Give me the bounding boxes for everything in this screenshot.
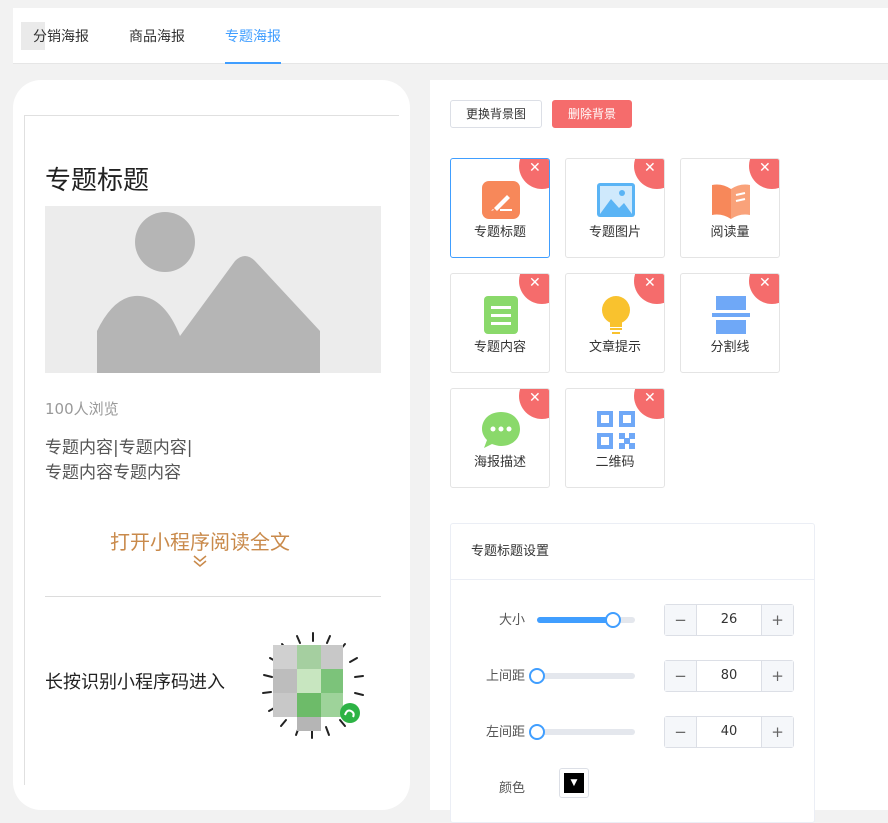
poster-view-count[interactable]: 100人浏览	[45, 398, 119, 419]
component-topic-content[interactable]: 专题内容 ✕	[450, 273, 550, 373]
chevron-down-icon: ▼	[564, 773, 584, 793]
decrease-button[interactable]: −	[665, 661, 697, 691]
chat-icon	[482, 412, 520, 448]
left-margin-label: 左间距	[485, 725, 525, 740]
tab-topic-poster[interactable]: 专题海报	[225, 8, 281, 64]
component-read-count[interactable]: 阅读量 ✕	[680, 158, 780, 258]
remove-component-button[interactable]: ✕	[634, 159, 664, 189]
component-label: 专题图片	[588, 225, 641, 240]
double-chevron-down-icon	[25, 554, 375, 572]
remove-component-button[interactable]: ✕	[634, 389, 664, 419]
increase-button[interactable]: +	[761, 661, 793, 691]
mini-program-code-icon	[262, 632, 364, 739]
poster-content[interactable]: 专题内容|专题内容| 专题内容专题内容	[45, 436, 375, 486]
slider-thumb[interactable]	[605, 612, 622, 628]
close-icon: ✕	[759, 275, 771, 291]
component-label: 专题内容	[473, 340, 526, 355]
component-label: 二维码	[595, 455, 635, 470]
document-icon	[484, 296, 518, 334]
tab-product-poster[interactable]: 商品海报	[129, 8, 185, 64]
component-label: 分割线	[710, 340, 750, 355]
top-margin-stepper: − +	[664, 660, 794, 692]
left-margin-input[interactable]	[697, 717, 761, 747]
component-qrcode[interactable]: 二维码 ✕	[565, 388, 665, 488]
color-label: 颜色	[498, 781, 525, 796]
close-icon: ✕	[644, 160, 656, 176]
divider-icon	[712, 296, 750, 334]
edit-icon	[482, 181, 520, 219]
remove-component-button[interactable]: ✕	[519, 274, 549, 304]
poster-content-line: 专题内容|专题内容|	[45, 438, 193, 458]
left-margin-stepper: − +	[664, 716, 794, 748]
left-margin-slider[interactable]	[529, 724, 635, 740]
component-poster-description[interactable]: 海报描述 ✕	[450, 388, 550, 488]
poster-title[interactable]: 专题标题	[45, 160, 149, 197]
close-icon: ✕	[529, 275, 541, 291]
top-margin-label: 上间距	[485, 669, 525, 684]
lightbulb-icon	[602, 296, 630, 334]
component-label: 专题标题	[473, 225, 526, 240]
slider-thumb[interactable]	[529, 724, 545, 740]
settings-title: 专题标题设置	[451, 524, 814, 580]
color-picker[interactable]: ▼	[559, 768, 589, 798]
remove-component-button[interactable]: ✕	[519, 389, 549, 419]
remove-component-button[interactable]: ✕	[634, 274, 664, 304]
delete-background-button[interactable]: 删除背景	[552, 100, 633, 128]
qrcode-icon	[597, 411, 635, 449]
remove-component-button[interactable]: ✕	[519, 159, 549, 189]
slider-thumb[interactable]	[529, 668, 545, 684]
component-article-hint[interactable]: 文章提示 ✕	[565, 273, 665, 373]
remove-component-button[interactable]: ✕	[749, 159, 779, 189]
poster-canvas: 专题标题 100人浏览 专题内容|专题内容| 专题内容专题内容 打开小程序阅读全…	[24, 115, 399, 785]
poster-scan-text[interactable]: 长按识别小程序码进入	[45, 668, 225, 694]
decrease-button[interactable]: −	[665, 605, 697, 635]
book-icon	[712, 184, 750, 219]
top-tabbar: 分销海报 商品海报 专题海报	[13, 8, 888, 64]
size-label: 大小	[498, 613, 525, 628]
component-label: 阅读量	[710, 225, 750, 240]
close-icon: ✕	[644, 275, 656, 291]
editor-panel: 更换背景图 删除背景 专题标题 ✕ 专题图片 ✕ 阅读量 ✕ 专题内容 ✕ 文章…	[430, 80, 888, 823]
component-topic-title[interactable]: 专题标题 ✕	[450, 158, 550, 258]
top-margin-input[interactable]	[697, 661, 761, 691]
component-label: 文章提示	[588, 340, 641, 355]
component-label: 海报描述	[473, 455, 526, 470]
component-topic-image[interactable]: 专题图片 ✕	[565, 158, 665, 258]
close-icon: ✕	[529, 390, 541, 406]
poster-image-placeholder[interactable]	[45, 206, 381, 373]
increase-button[interactable]: +	[761, 717, 793, 747]
poster-divider[interactable]	[45, 596, 381, 597]
close-icon: ✕	[529, 160, 541, 176]
size-input[interactable]	[697, 605, 761, 635]
close-icon: ✕	[644, 390, 656, 406]
close-icon: ✕	[759, 160, 771, 176]
increase-button[interactable]: +	[761, 605, 793, 635]
top-margin-slider[interactable]	[529, 668, 635, 684]
image-placeholder-icon	[97, 212, 320, 373]
size-stepper: − +	[664, 604, 794, 636]
topic-title-settings: 专题标题设置 大小 − + 上间距 − + 左间距 − +	[450, 523, 815, 823]
poster-content-line: 专题内容专题内容	[45, 463, 181, 483]
mini-program-code[interactable]	[255, 631, 371, 741]
tab-distribution-poster[interactable]: 分销海报	[33, 8, 89, 64]
decrease-button[interactable]: −	[665, 717, 697, 747]
image-icon	[597, 183, 635, 217]
poster-open-hint[interactable]: 打开小程序阅读全文	[25, 526, 375, 555]
slider-fill	[537, 617, 614, 623]
change-background-button[interactable]: 更换背景图	[450, 100, 543, 128]
size-slider[interactable]	[537, 612, 635, 628]
component-divider[interactable]: 分割线 ✕	[680, 273, 780, 373]
remove-component-button[interactable]: ✕	[749, 274, 779, 304]
